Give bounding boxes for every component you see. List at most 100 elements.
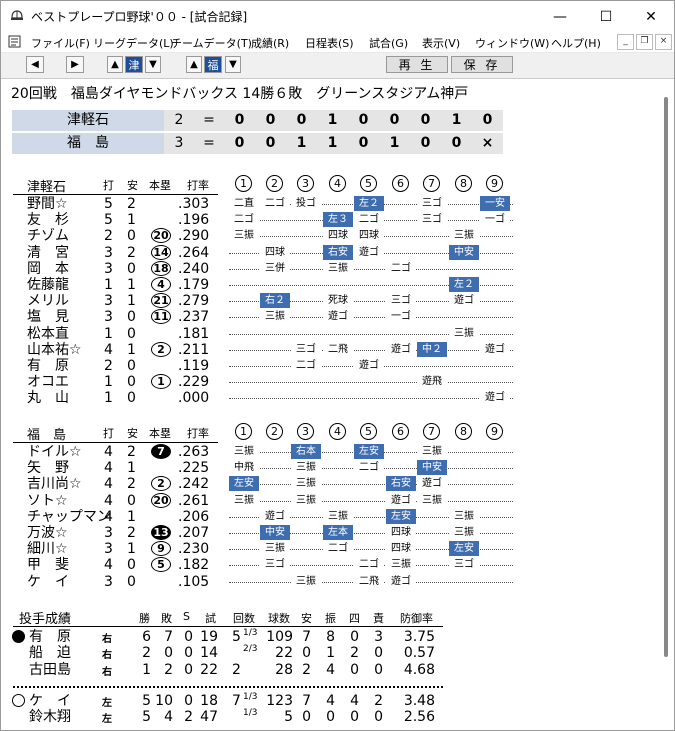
batter-name: 岡 本 — [27, 260, 69, 277]
batter-name: 丸 山 — [27, 390, 69, 407]
linescore-inning-cell: × — [472, 133, 503, 154]
batter-name: 松本直 — [27, 325, 69, 342]
at-bat-result: 三振 — [386, 557, 416, 573]
home-team-flag[interactable]: 福 — [204, 56, 222, 73]
col-average: 打率 — [187, 179, 209, 192]
menu-help[interactable]: ヘルプ(H) — [551, 35, 601, 51]
pitcher-er: 0 — [374, 709, 383, 726]
at-bat-result: 遊ゴ — [480, 341, 510, 357]
at-bat-result: 遊ゴ — [386, 573, 416, 589]
at-bat-result: 中飛 — [229, 460, 259, 476]
batter-row: 松本直 1 0 .181 三振 — [3, 325, 659, 342]
batter-row: 佐藤龍 1 1 4.179 左２ — [3, 277, 659, 293]
away-down-button[interactable]: ▼ — [145, 56, 161, 73]
linescore-inning-cell: 0 — [224, 110, 255, 131]
pitcher-hand: 右 — [102, 634, 112, 645]
pitcher-innings: 7 — [232, 693, 241, 709]
at-bat-result: 左２ — [354, 196, 384, 211]
at-bat-result: 中安 — [417, 460, 447, 476]
at-bat-result: 三振 — [291, 476, 321, 492]
col-average: 打率 — [187, 427, 209, 440]
batter-row: メリル 3 1 21 .279 右２ 死球 三ゴ 遊ゴ — [3, 293, 659, 309]
pitcher-so: 4 — [326, 693, 335, 709]
mdi-close-button[interactable]: × — [655, 34, 672, 50]
save-button[interactable]: 保 存 — [451, 56, 513, 73]
at-bat-result: 一安 — [480, 196, 510, 211]
at-bat-result: 二ゴ — [386, 260, 416, 276]
linescore-inning-cell: 0 — [348, 133, 379, 154]
batter-name: ケ イ — [27, 573, 69, 590]
home-down-button[interactable]: ▼ — [225, 56, 241, 73]
pitcher-era: 0.57 — [403, 645, 435, 662]
batter-average: .242 — [178, 476, 210, 493]
batter-at-bats: 1 — [104, 390, 113, 407]
linescore-inning-cell: 1 — [317, 133, 348, 154]
batter-hits: 1 — [127, 508, 136, 525]
menu-team-data[interactable]: チームデータ(T) — [171, 35, 252, 51]
menu-window[interactable]: ウィンドウ(W) — [475, 35, 549, 51]
header-rule — [13, 442, 218, 443]
pitcher-l: 7 — [164, 629, 173, 645]
arrow-down-icon: ▼ — [229, 59, 237, 70]
scrollbar-thumb[interactable] — [664, 97, 668, 657]
inning-number: 4 — [329, 175, 346, 192]
batter-hits: 2 — [127, 476, 136, 493]
batter-home-runs: 2 — [151, 476, 171, 492]
batter-at-bats: 1 — [104, 325, 113, 342]
play-button[interactable]: 再 生 — [386, 56, 448, 73]
linescore-inning-cell: 0 — [472, 110, 503, 131]
batter-home-runs: 13 — [151, 525, 171, 540]
maximize-button[interactable]: ☐ — [583, 1, 629, 32]
batter-hits: 0 — [127, 492, 136, 509]
batter-name: 矢 野 — [27, 460, 69, 477]
batter-home-runs: 20 — [151, 492, 171, 508]
minimize-button[interactable]: — — [537, 1, 583, 32]
pitcher-row: ケ イ左 5 10 0 18 123 7 4 4 2 3.48 7 1/3 — [3, 693, 659, 709]
away-team-flag[interactable]: 津 — [125, 56, 143, 73]
at-bat-result: 二ゴ — [323, 541, 353, 557]
at-bat-result: 遊ゴ — [260, 508, 290, 524]
pitcher-g: 18 — [200, 693, 218, 709]
mdi-restore-button[interactable]: ❐ — [636, 34, 653, 50]
menu-league-data[interactable]: リーグデータ(L) — [93, 35, 174, 51]
inning-number: 8 — [455, 423, 472, 440]
app-window: ベストプレープロ野球'００ - [試合記録] — ☐ ✕ ファイル(F) リーグ… — [0, 0, 675, 731]
menu-game[interactable]: 試合(G) — [369, 35, 408, 51]
at-bat-result: 二ゴ — [291, 358, 321, 373]
vertical-scrollbar[interactable] — [659, 79, 674, 730]
at-bat-result: 遊ゴ — [417, 476, 447, 492]
batter-home-runs: 18 — [151, 260, 171, 276]
batter-hits: 1 — [127, 293, 136, 310]
batter-row: 山本祐☆ 4 1 2.211 三ゴ 二飛 遊ゴ 中２ 遊ゴ — [3, 341, 659, 358]
col-hits: 安 — [127, 179, 138, 192]
batter-row: 岡 本 3 0 18 .240 三併 三振 二ゴ — [3, 260, 659, 277]
at-bat-result: 三振 — [323, 508, 353, 524]
batter-row: 清 宮 3 2 14 .264 四球 右安 遊ゴ 中安 — [3, 244, 659, 261]
menu-file[interactable]: ファイル(F) — [31, 35, 90, 51]
close-button[interactable]: ✕ — [628, 1, 674, 32]
at-bat-result: 四球 — [386, 525, 416, 540]
menu-view[interactable]: 表示(V) — [422, 35, 460, 51]
batter-average: .211 — [178, 341, 210, 358]
pitcher-bb: 0 — [350, 661, 359, 678]
batter-name: 野間☆ — [27, 196, 68, 212]
at-bat-result: 中安 — [260, 525, 290, 540]
next-game-button[interactable]: ▶ — [66, 56, 84, 73]
mdi-minimize-button[interactable]: _ — [617, 34, 634, 50]
home-up-button[interactable]: ▲ — [186, 56, 202, 73]
batter-home-runs: 11 — [151, 309, 171, 325]
away-up-button[interactable]: ▲ — [107, 56, 123, 73]
at-bat-result: 中安 — [449, 244, 479, 260]
batter-row: 細川☆ 3 1 9 .230 三振 二ゴ 四球 左安 — [3, 541, 659, 557]
result-dotted-line — [229, 398, 513, 400]
pitcher-w: 5 — [142, 693, 151, 709]
menu-stats[interactable]: 成績(R) — [251, 35, 289, 51]
batter-row: チャップマン 4 1 .206 遊ゴ 三振 左安 三振 — [3, 508, 659, 525]
at-bat-result: 三振 — [323, 260, 353, 276]
pitcher-so: 1 — [326, 645, 335, 662]
pitcher-name: 鈴木翔 — [29, 709, 71, 726]
linescore-inning-cell: 0 — [379, 110, 410, 131]
menu-schedule[interactable]: 日程表(S) — [305, 35, 354, 51]
prev-game-button[interactable]: ◀ — [26, 56, 44, 73]
pitcher-w: 6 — [142, 629, 151, 645]
